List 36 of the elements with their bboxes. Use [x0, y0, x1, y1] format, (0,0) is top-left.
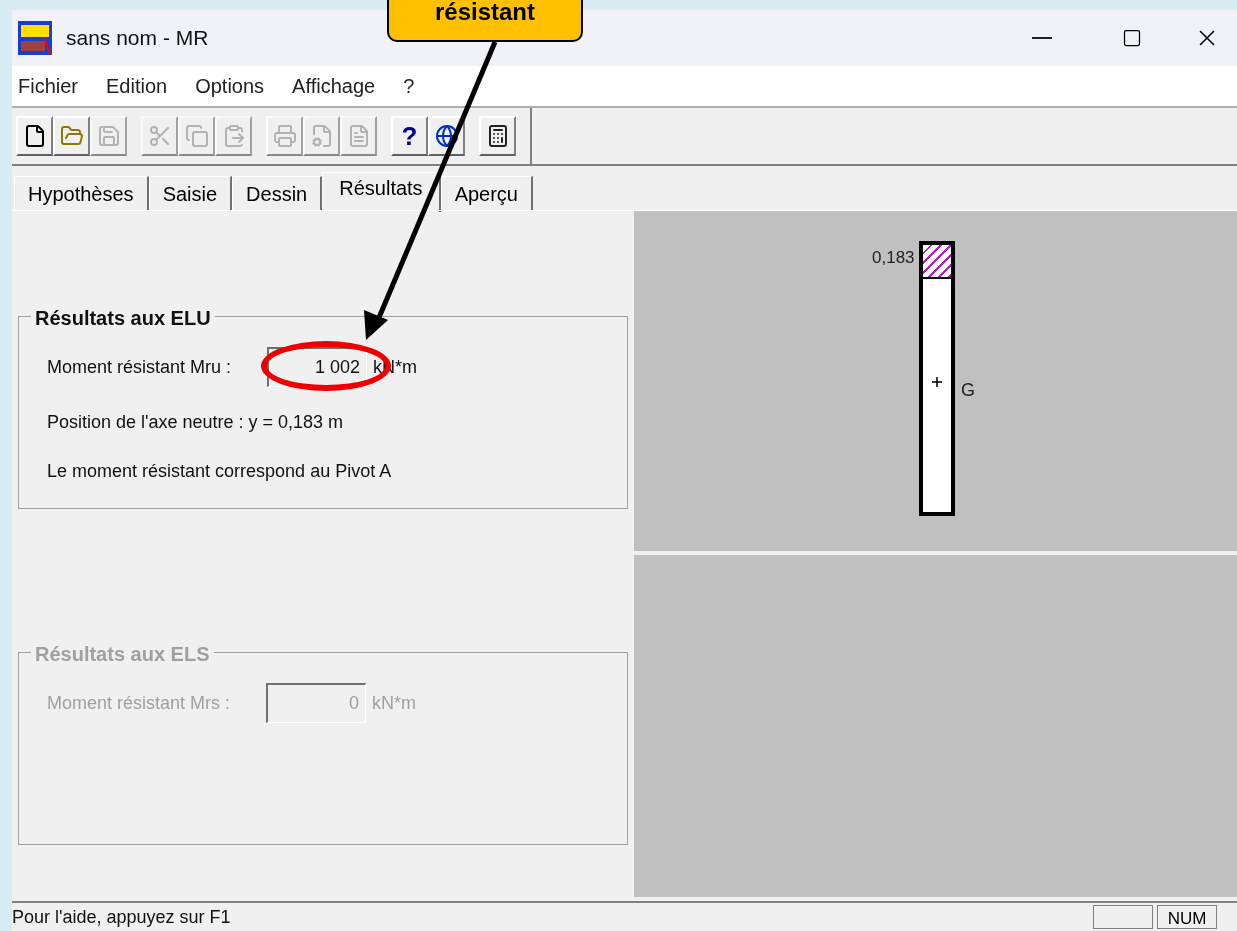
tab[interactable]: Saisie [148, 176, 233, 210]
document-gear-icon [309, 124, 334, 148]
window-title: sans nom - MR [66, 25, 209, 52]
status-panel [1093, 905, 1153, 929]
result-text: Position de l'axe neutre : y = 0,183 m [47, 411, 345, 434]
tab[interactable]: Aperçu [440, 176, 533, 210]
tab[interactable]: Hypothèses [14, 176, 149, 210]
result-text: Le moment résistant correspond au Pivot A [47, 460, 393, 483]
hatched-zone [923, 245, 951, 279]
callout-box: résistant [387, 0, 583, 42]
field-label: Moment résistant Mru : [47, 355, 232, 379]
printer-icon [272, 124, 297, 148]
menu-item[interactable]: ? [403, 71, 415, 101]
tab[interactable]: Résultats [322, 172, 441, 212]
toolbar-button[interactable] [16, 116, 53, 156]
menu-item[interactable]: Affichage [292, 71, 376, 101]
status-text: Pour l'aide, appuyez sur F1 [12, 905, 231, 929]
maximize-icon [1122, 28, 1142, 48]
unit-label: kN*m [372, 691, 417, 715]
minimize-icon [1032, 37, 1052, 39]
globe-icon [434, 124, 459, 148]
toolbar-button[interactable]: ? [391, 116, 428, 156]
menu-item[interactable]: Options [195, 71, 265, 101]
field-label: Moment résistant Mrs : [47, 691, 231, 715]
scissors-icon [147, 124, 172, 148]
menu-item[interactable]: Fichier [18, 71, 78, 101]
centroid-cross-icon [932, 377, 942, 387]
folder-icon [59, 124, 84, 148]
toolbar-button[interactable] [479, 116, 516, 156]
copy-icon [184, 124, 209, 148]
app-logo-icon [18, 21, 52, 55]
depth-label: 0,183 [872, 247, 915, 269]
menu-item[interactable]: Edition [106, 71, 168, 101]
toolbar-button[interactable] [53, 116, 90, 156]
status-indicator: NUM [1157, 905, 1217, 929]
centroid-label: G [961, 379, 975, 402]
